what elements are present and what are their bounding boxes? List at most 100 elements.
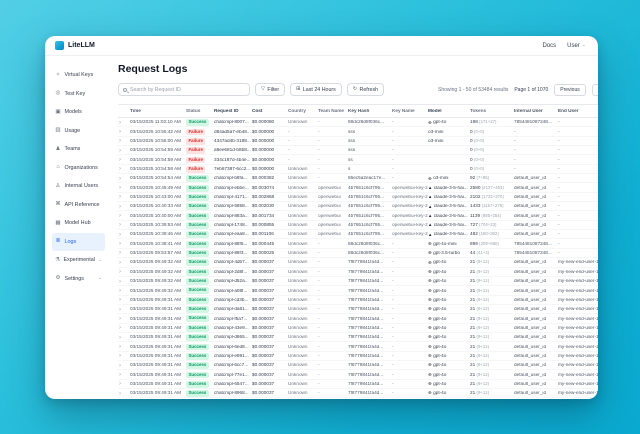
- cell-internal-user: 7854481087248...: [514, 251, 558, 256]
- row-expand-chevron-icon[interactable]: ›: [118, 120, 130, 126]
- row-expand-chevron-icon[interactable]: ›: [118, 157, 130, 163]
- cell-cost: $0.000037: [252, 345, 288, 350]
- refresh-button[interactable]: ↻ Refresh: [347, 83, 384, 96]
- row-expand-chevron-icon[interactable]: ›: [118, 325, 130, 331]
- row-expand-chevron-icon[interactable]: ›: [118, 297, 130, 303]
- cell-request-id[interactable]: chatcmpl-88f3...: [214, 251, 252, 256]
- cell-model: ⊛gpt-4o: [428, 120, 470, 125]
- cell-status: Success: [186, 222, 214, 229]
- sidebar-item-virtual-keys[interactable]: ✧ Virtual Keys: [52, 66, 105, 85]
- cell-key-name: -: [392, 158, 428, 163]
- sidebar-item-logs[interactable]: ≣ Logs: [52, 233, 105, 252]
- cell-cost: $0.000037: [252, 326, 288, 331]
- search-input[interactable]: [130, 87, 245, 93]
- row-expand-chevron-icon[interactable]: ›: [118, 344, 130, 350]
- cell-key-name: -: [392, 270, 428, 275]
- cell-request-id[interactable]: chatcmpl-cd3b...: [214, 298, 252, 303]
- sidebar-item-api-reference[interactable]: ⌘ API Reference: [52, 196, 105, 215]
- cell-internal-user: -: [514, 148, 558, 153]
- cell-request-id[interactable]: chatcmpl-da81...: [214, 307, 252, 312]
- sidebar-item-settings[interactable]: ⚙ Settings ⌄: [52, 270, 105, 289]
- cell-request-id[interactable]: chatcmpl-2d8f...: [214, 270, 252, 275]
- previous-page-button[interactable]: Previous: [554, 84, 585, 96]
- sidebar-item-teams[interactable]: ♟ Teams: [52, 140, 105, 159]
- cell-request-id[interactable]: chatcmpl-5858...: [214, 204, 252, 209]
- row-expand-chevron-icon[interactable]: ›: [118, 335, 130, 341]
- sidebar-item-organizations[interactable]: ⌂ Organizations: [52, 159, 105, 178]
- cell-request-id[interactable]: chatcmpl-43e9...: [214, 326, 252, 331]
- cell-request-id[interactable]: d84ad5a7-eb48...: [214, 130, 252, 135]
- cell-request-id[interactable]: chatcmpl-d52a...: [214, 279, 252, 284]
- cell-request-id[interactable]: chatcmpl-8007...: [214, 120, 252, 125]
- cell-request-id[interactable]: chatcmpl-a08f...: [214, 289, 252, 294]
- row-expand-chevron-icon[interactable]: ›: [118, 279, 130, 285]
- filter-button[interactable]: ▽ Filter: [255, 83, 285, 96]
- row-expand-chevron-icon[interactable]: ›: [118, 316, 130, 322]
- cell-request-id[interactable]: chatcmpl-88f5...: [214, 242, 252, 247]
- docs-link[interactable]: Docs: [542, 43, 556, 49]
- sidebar-item-model-hub[interactable]: ▦ Model Hub: [52, 214, 105, 233]
- cell-request-id[interactable]: chatcmpl-b8fa...: [214, 176, 252, 181]
- row-expand-chevron-icon[interactable]: ›: [118, 269, 130, 275]
- row-expand-chevron-icon[interactable]: ›: [118, 260, 130, 266]
- cell-request-id[interactable]: chatcmpl-1748...: [214, 223, 252, 228]
- cell-request-id[interactable]: 334c187d-4b4e...: [214, 158, 252, 163]
- row-expand-chevron-icon[interactable]: ›: [118, 166, 130, 172]
- time-range-button[interactable]: ⊞ Last 24 Hours: [290, 83, 342, 96]
- row-expand-chevron-icon[interactable]: ›: [118, 288, 130, 294]
- status-badge: Success: [186, 381, 209, 388]
- cell-request-id[interactable]: chatcmpl-8968...: [214, 391, 252, 396]
- cell-request-id[interactable]: chatcmpl-eaa8...: [214, 232, 252, 237]
- cell-request-id[interactable]: a9ee681d-b8b8...: [214, 148, 252, 153]
- cell-request-id[interactable]: 7eb67387-6cc2...: [214, 167, 252, 172]
- cell-request-id[interactable]: chatcmpl-e891...: [214, 354, 252, 359]
- user-menu[interactable]: User ⌄: [567, 43, 586, 49]
- cell-request-id[interactable]: chatcmpl-77e1...: [214, 373, 252, 378]
- row-expand-chevron-icon[interactable]: ›: [118, 148, 130, 154]
- row-expand-chevron-icon[interactable]: ›: [118, 363, 130, 369]
- row-expand-chevron-icon[interactable]: ›: [118, 250, 130, 256]
- sidebar-item-usage[interactable]: ▥ Usage: [52, 122, 105, 141]
- cell-request-id[interactable]: chatcmpl-4db7...: [214, 260, 252, 265]
- sidebar-item-test-key[interactable]: ◎ Test Key: [52, 85, 105, 104]
- cell-request-id[interactable]: chatcmpl-4171...: [214, 195, 252, 200]
- row-expand-chevron-icon[interactable]: ›: [118, 185, 130, 191]
- cell-request-id[interactable]: chatcmpl-6ed8...: [214, 345, 252, 350]
- next-page-button[interactable]: Next: [592, 84, 598, 96]
- cell-request-id[interactable]: chatcmpl-6cc7...: [214, 363, 252, 368]
- litellm-app-window: LiteLLM Docs User ⌄ ✧ Virtual Keys ◎ Tes…: [45, 36, 598, 399]
- cell-request-id[interactable]: 4347ad4b-3188...: [214, 139, 252, 144]
- row-expand-chevron-icon[interactable]: ›: [118, 307, 130, 313]
- openai-icon: ⊛: [428, 373, 432, 377]
- cell-country: Unknown: [288, 391, 318, 396]
- row-expand-chevron-icon[interactable]: ›: [118, 241, 130, 247]
- row-expand-chevron-icon[interactable]: ›: [118, 138, 130, 144]
- cell-request-id[interactable]: chatcmpl-883a...: [214, 214, 252, 219]
- row-expand-chevron-icon[interactable]: ›: [118, 232, 130, 238]
- cell-team-name: -: [318, 289, 348, 294]
- cell-request-id[interactable]: chatcmpl-6547...: [214, 382, 252, 387]
- cell-cost: $0.000037: [252, 260, 288, 265]
- cell-request-id[interactable]: chatcmpl-d865...: [214, 335, 252, 340]
- row-expand-chevron-icon[interactable]: ›: [118, 381, 130, 387]
- row-expand-chevron-icon[interactable]: ›: [118, 213, 130, 219]
- row-expand-chevron-icon[interactable]: ›: [118, 372, 130, 378]
- sidebar-item-experimental[interactable]: ⚗ Experimental ⌄: [52, 251, 105, 270]
- status-badge: Success: [186, 315, 209, 322]
- row-expand-chevron-icon[interactable]: ›: [118, 194, 130, 200]
- row-expand-chevron-icon[interactable]: ›: [118, 353, 130, 359]
- row-expand-chevron-icon[interactable]: ›: [118, 176, 130, 182]
- cell-request-id[interactable]: chatcmpl-ebbe...: [214, 186, 252, 191]
- status-badge: Success: [186, 250, 209, 257]
- row-expand-chevron-icon[interactable]: ›: [118, 391, 130, 397]
- cell-request-id[interactable]: chatcmpl-f5a7...: [214, 317, 252, 322]
- row-expand-chevron-icon[interactable]: ›: [118, 222, 130, 228]
- teams-icon: ♟: [55, 147, 61, 153]
- row-expand-chevron-icon[interactable]: ›: [118, 204, 130, 210]
- cell-key-hash: 7f8779841fa4d...: [348, 373, 392, 378]
- sidebar-item-label: Settings: [65, 276, 84, 282]
- sidebar-item-internal-users[interactable]: ♙ Internal Users: [52, 177, 105, 196]
- sidebar-item-models[interactable]: ▣ Models: [52, 103, 105, 122]
- api-icon: ⌘: [55, 202, 61, 208]
- row-expand-chevron-icon[interactable]: ›: [118, 129, 130, 135]
